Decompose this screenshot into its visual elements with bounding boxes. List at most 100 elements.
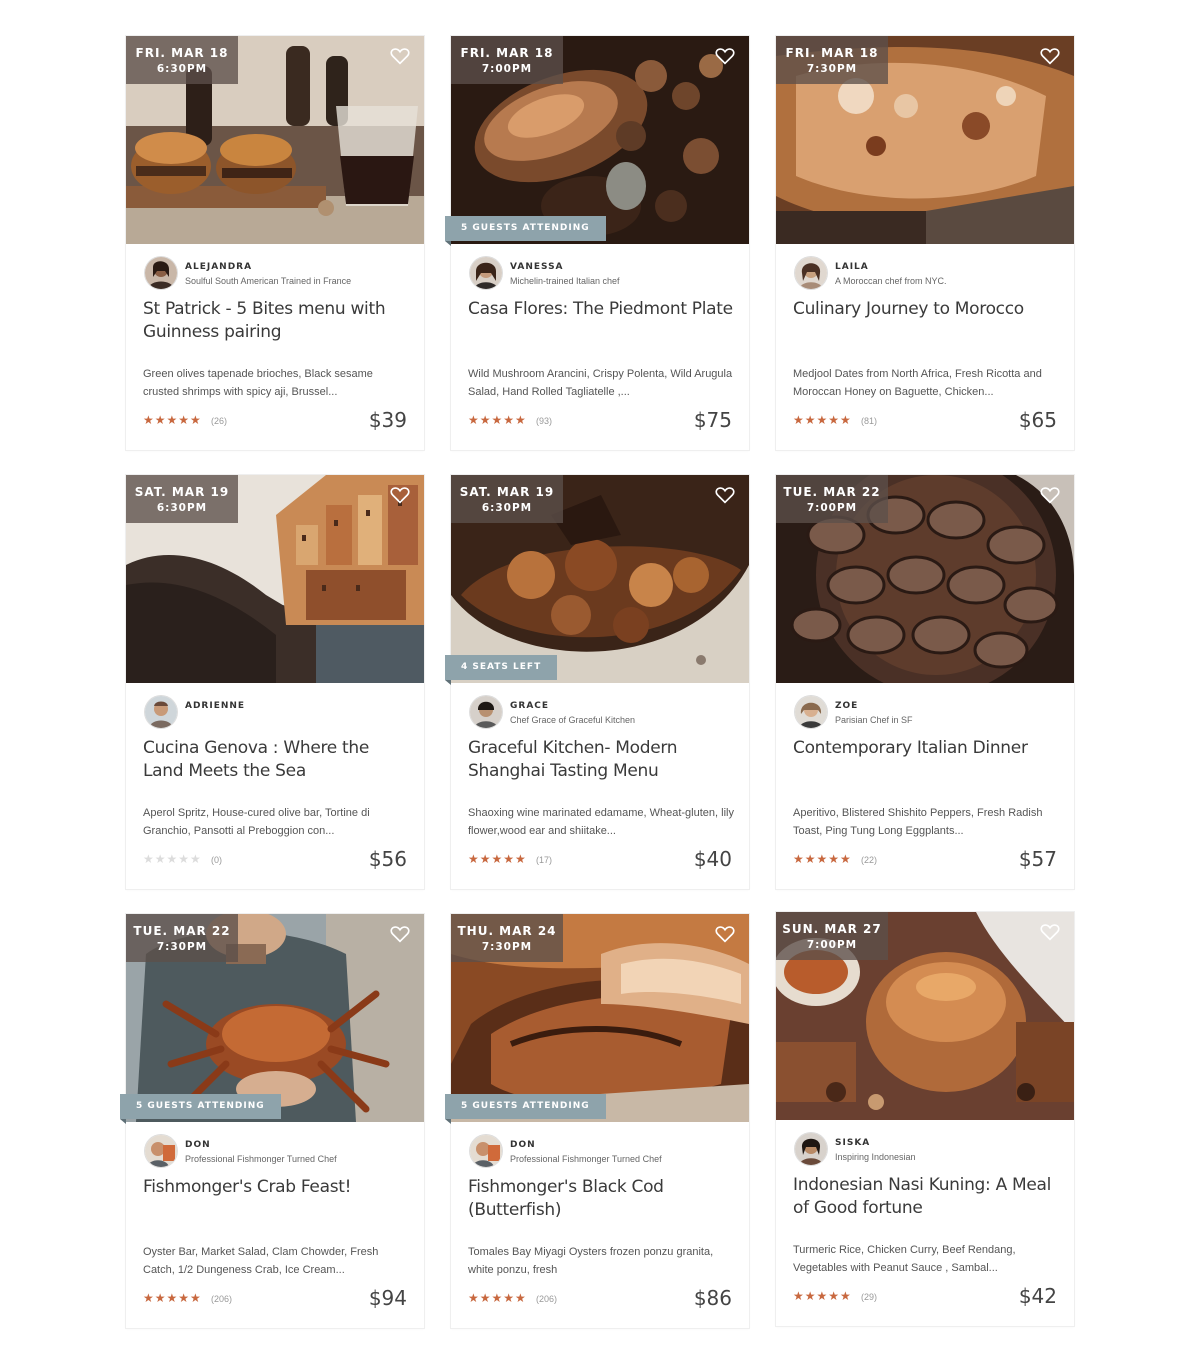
menu-description: Aperol Spritz, House-cured olive bar, To… — [143, 807, 370, 837]
chef-avatar[interactable] — [795, 257, 827, 289]
guests-attending-ribbon: 5 GUESTS ATTENDING — [445, 1094, 606, 1124]
date-badge: TUE. MAR 22 7:30PM — [126, 914, 238, 962]
chef-avatar[interactable] — [145, 257, 177, 289]
chef-name[interactable]: DON — [185, 1140, 211, 1150]
event-card[interactable]: SUN. MAR 27 7:00PM SISKA Inspiring Indon… — [776, 912, 1074, 1326]
menu-description: Tomales Bay Miyagi Oysters frozen ponzu … — [468, 1246, 714, 1276]
price: $40 — [693, 847, 732, 871]
chef-tagline: Soulful South American Trained in France — [185, 276, 352, 286]
event-card[interactable]: TUE. MAR 22 7:00PM ZOE Parisian Chef in … — [776, 475, 1074, 889]
date-badge: SAT. MAR 19 6:30PM — [451, 475, 563, 523]
event-card[interactable]: SAT. MAR 19 6:30PM 4 SEATS LEFT GRACE Ch… — [445, 475, 749, 889]
price: $94 — [368, 1286, 407, 1310]
event-time: 6:30PM — [156, 502, 208, 514]
chef-avatar[interactable] — [470, 257, 502, 289]
event-date: FRI. MAR 18 — [785, 46, 879, 60]
star-rating-icon: ★★★★★ — [793, 1289, 852, 1303]
menu-description: Green olives tapenade brioches, Black se… — [143, 368, 373, 398]
heart-icon[interactable] — [390, 486, 410, 504]
chef-avatar[interactable] — [795, 696, 827, 728]
date-badge: SUN. MAR 27 7:00PM — [776, 912, 888, 960]
event-title[interactable]: Casa Flores: The Piedmont Plate — [468, 298, 736, 321]
heart-icon[interactable] — [1040, 47, 1060, 65]
menu-description: Aperitivo, Blistered Shishito Peppers, F… — [793, 807, 1043, 837]
heart-icon[interactable] — [715, 47, 735, 65]
event-card[interactable]: FRI. MAR 18 7:00PM 5 GUESTS ATTENDING VA… — [445, 36, 749, 450]
event-card[interactable]: TUE. MAR 22 7:30PM 5 GUESTS ATTENDING DO… — [120, 914, 424, 1328]
event-title[interactable]: Cucina Genova : Where the Land Meets the… — [143, 737, 411, 783]
event-time: 7:30PM — [806, 63, 858, 75]
heart-icon[interactable] — [1040, 923, 1060, 941]
price: $75 — [693, 408, 732, 432]
menu-description: Turmeric Rice, Chicken Curry, Beef Renda… — [793, 1244, 1016, 1274]
chef-name[interactable]: ALEJANDRA — [185, 262, 252, 272]
event-title[interactable]: Fishmonger's Black Cod (Butterfish) — [468, 1176, 736, 1222]
chef-avatar[interactable] — [470, 696, 502, 728]
star-rating-icon: ★★★★★ — [468, 413, 527, 427]
event-title[interactable]: Culinary Journey to Morocco — [793, 298, 1061, 321]
date-badge: FRI. MAR 18 7:00PM — [451, 36, 563, 84]
star-rating-icon: ★★★★★ — [793, 413, 852, 427]
date-badge: THU. MAR 24 7:30PM — [451, 914, 563, 962]
seats-left-ribbon: 4 SEATS LEFT — [445, 655, 558, 685]
event-card[interactable]: FRI. MAR 18 6:30PM ALEJANDRA Soulful Sou… — [126, 36, 424, 450]
event-date: THU. MAR 24 — [457, 924, 557, 938]
menu-description: Medjool Dates from North Africa, Fresh R… — [793, 368, 1042, 398]
price: $56 — [368, 847, 407, 871]
event-title[interactable]: Fishmonger's Crab Feast! — [143, 1176, 411, 1199]
event-time: 7:00PM — [806, 939, 858, 951]
star-rating-icon: ★★★★★ — [468, 852, 527, 866]
heart-icon[interactable] — [715, 486, 735, 504]
event-card[interactable]: FRI. MAR 18 7:30PM LAILA A Moroccan chef… — [776, 36, 1074, 450]
heart-icon[interactable] — [390, 47, 410, 65]
event-date: SAT. MAR 19 — [459, 485, 555, 499]
chef-name[interactable]: DON — [510, 1140, 536, 1150]
menu-description: Wild Mushroom Arancini, Crispy Polenta, … — [468, 368, 733, 398]
chef-tagline: Professional Fishmonger Turned Chef — [185, 1154, 337, 1164]
chef-tagline: A Moroccan chef from NYC. — [835, 276, 947, 286]
chef-name[interactable]: ZOE — [835, 701, 858, 711]
star-rating-icon: ★★★★★ — [143, 852, 202, 866]
event-title[interactable]: Indonesian Nasi Kuning: A Meal of Good f… — [793, 1174, 1061, 1220]
heart-icon[interactable] — [390, 925, 410, 943]
event-time: 7:30PM — [156, 941, 208, 953]
review-count: (81) — [861, 416, 878, 426]
chef-avatar[interactable] — [795, 1133, 827, 1165]
chef-name[interactable]: LAILA — [835, 262, 869, 272]
event-title[interactable]: Graceful Kitchen- Modern Shanghai Tastin… — [468, 737, 736, 783]
chef-name[interactable]: GRACE — [510, 701, 549, 711]
heart-icon[interactable] — [715, 925, 735, 943]
chef-name[interactable]: ADRIENNE — [185, 701, 245, 711]
chef-avatar[interactable] — [470, 1135, 502, 1167]
heart-icon[interactable] — [1040, 486, 1060, 504]
review-count: (17) — [536, 855, 553, 865]
price: $42 — [1018, 1284, 1057, 1308]
event-card[interactable]: THU. MAR 24 7:30PM 5 GUESTS ATTENDING DO… — [445, 914, 749, 1328]
event-date: FRI. MAR 18 — [460, 46, 554, 60]
chef-tagline: Professional Fishmonger Turned Chef — [510, 1154, 662, 1164]
review-count: (206) — [211, 1294, 233, 1304]
event-title[interactable]: Contemporary Italian Dinner — [793, 737, 1061, 760]
review-count: (206) — [536, 1294, 558, 1304]
event-time: 7:00PM — [481, 63, 533, 75]
chef-name[interactable]: SISKA — [835, 1138, 870, 1148]
date-badge: FRI. MAR 18 6:30PM — [126, 36, 238, 84]
event-time: 7:30PM — [481, 941, 533, 953]
date-badge: FRI. MAR 18 7:30PM — [776, 36, 888, 84]
event-card[interactable]: SAT. MAR 19 6:30PM ADRIENNE Cucina Genov… — [126, 475, 424, 889]
price: $86 — [693, 1286, 732, 1310]
chef-tagline: Parisian Chef in SF — [835, 715, 913, 725]
date-badge: TUE. MAR 22 7:00PM — [776, 475, 888, 523]
event-date: SUN. MAR 27 — [782, 922, 882, 936]
star-rating-icon: ★★★★★ — [143, 1291, 202, 1305]
event-title[interactable]: St Patrick - 5 Bites menu with Guinness … — [143, 298, 411, 344]
chef-avatar[interactable] — [145, 1135, 177, 1167]
date-badge: SAT. MAR 19 6:30PM — [126, 475, 238, 523]
event-date: TUE. MAR 22 — [783, 485, 881, 499]
price: $65 — [1018, 408, 1057, 432]
guests-attending-ribbon: 5 GUESTS ATTENDING — [120, 1094, 281, 1124]
review-count: (22) — [861, 855, 878, 865]
chef-avatar[interactable] — [145, 696, 177, 728]
review-count: (26) — [211, 416, 228, 426]
chef-name[interactable]: VANESSA — [510, 262, 564, 272]
